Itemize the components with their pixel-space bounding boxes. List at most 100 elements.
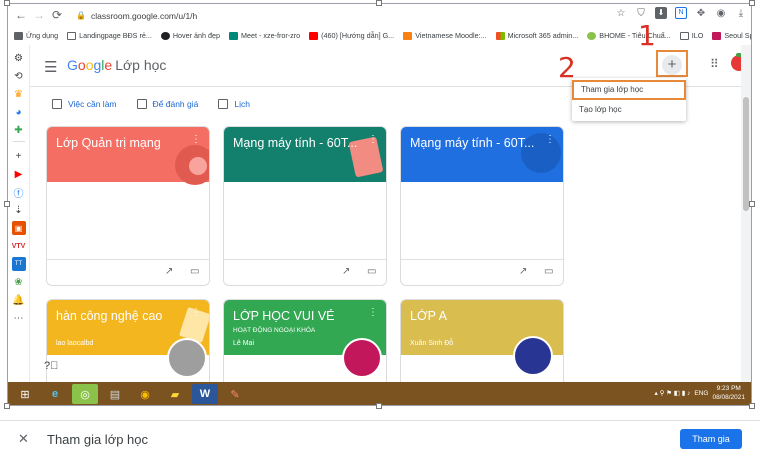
tray-icons[interactable]: ▴ ⚲ ⚑ ◧ ▮ ♪: [655, 389, 691, 397]
download-icon[interactable]: ⇣: [12, 203, 26, 217]
calendar-link[interactable]: Lịch: [218, 99, 250, 109]
to-review-link[interactable]: Để đánh giá: [136, 99, 198, 109]
folder-icon: [679, 31, 689, 40]
google-classroom-logo[interactable]: Google Lớp học: [67, 57, 166, 73]
more-options-icon[interactable]: ⋮: [191, 135, 201, 145]
gear-icon[interactable]: ⚙: [12, 51, 26, 65]
forward-icon[interactable]: →: [30, 8, 48, 22]
ie-icon[interactable]: e: [42, 384, 68, 404]
bell-icon[interactable]: 🔔: [12, 293, 26, 307]
news-icon[interactable]: TT: [11, 257, 26, 271]
folder-icon[interactable]: ▭: [367, 266, 376, 277]
history-icon[interactable]: ⟲: [12, 69, 26, 83]
facebook-icon[interactable]: ⓕ: [12, 185, 26, 200]
teacher-avatar: [342, 338, 382, 378]
trending-icon[interactable]: ↗: [342, 266, 350, 277]
class-card[interactable]: hàn công nghệ cao lao laocalbd ⋮: [46, 299, 210, 389]
help-icon[interactable]: ?⃝: [44, 360, 58, 372]
bookmark-item[interactable]: Meet - xze-fror-zro: [229, 31, 300, 40]
meet-icon: [229, 31, 239, 40]
folder-icon[interactable]: ▭: [190, 266, 199, 277]
google-apps-icon[interactable]: ⠿: [710, 57, 719, 71]
close-icon[interactable]: ✕: [18, 431, 29, 447]
class-title[interactable]: hàn công nghệ cao: [56, 309, 191, 323]
create-class-menu-item[interactable]: Tạo lớp học: [572, 100, 686, 120]
join-class-menu-item[interactable]: Tham gia lớp học: [572, 80, 686, 100]
resize-handle[interactable]: [4, 0, 10, 6]
shield-icon[interactable]: ⛉: [635, 8, 647, 19]
clock[interactable]: 9:23 PM 08/08/2021: [712, 384, 745, 402]
class-title[interactable]: LỚP A: [410, 309, 545, 323]
trending-icon[interactable]: ↗: [519, 266, 527, 277]
hamburger-menu-icon[interactable]: ☰: [44, 58, 57, 76]
class-title[interactable]: Mạng máy tính - 60T...: [410, 136, 545, 150]
trending-icon[interactable]: ↗: [165, 266, 173, 277]
reload-icon[interactable]: ⟳: [48, 8, 66, 22]
resize-handle[interactable]: [376, 0, 382, 6]
class-title[interactable]: LỚP HỌC VUI VẺ: [233, 309, 368, 323]
puzzle-icon[interactable]: ✥: [695, 8, 707, 19]
more-options-icon[interactable]: ⋮: [368, 135, 378, 145]
scroll-thumb[interactable]: [743, 97, 749, 211]
more-options-icon[interactable]: ⋮: [191, 308, 201, 318]
downloads-icon[interactable]: ⤓: [735, 8, 747, 19]
more-icon[interactable]: ⋯: [12, 311, 26, 325]
class-card[interactable]: Mạng máy tính - 60T... ⋮ ↗ ▭: [223, 126, 387, 286]
app-icon[interactable]: ▣: [11, 221, 26, 235]
resize-handle[interactable]: [4, 403, 10, 409]
resize-handle[interactable]: [749, 201, 755, 207]
bookmark-item[interactable]: Vietnamese Moodle:...: [403, 31, 487, 40]
add-class-button[interactable]: +: [662, 55, 682, 75]
resize-handle[interactable]: [749, 0, 755, 6]
extension-icon[interactable]: ❀: [12, 275, 26, 289]
class-title[interactable]: Lớp Quản trị mạng: [56, 136, 191, 150]
extension-icon[interactable]: N: [675, 7, 687, 19]
add-icon[interactable]: +: [12, 149, 26, 163]
more-options-icon[interactable]: ⋮: [368, 308, 378, 318]
more-options-icon[interactable]: ⋮: [545, 135, 555, 145]
class-card[interactable]: Mạng máy tính - 60T... ⋮ ↗ ▭: [400, 126, 564, 286]
todo-link[interactable]: Việc cần làm: [52, 99, 117, 109]
profile-icon[interactable]: ◉: [715, 8, 727, 19]
paint-icon[interactable]: ✎: [222, 384, 248, 404]
chrome-icon[interactable]: ◉: [132, 384, 158, 404]
star-icon[interactable]: ☆: [615, 8, 627, 19]
resize-handle[interactable]: [4, 201, 10, 207]
class-card[interactable]: Lớp Quản trị mạng ⋮ ↗ ▭: [46, 126, 210, 286]
youtube-icon[interactable]: ▶: [12, 167, 26, 181]
word-icon[interactable]: W: [192, 384, 218, 404]
resize-handle[interactable]: [749, 403, 755, 409]
bookmark-item[interactable]: Microsoft 365 admin...: [495, 31, 578, 40]
bookmark-item[interactable]: ILO: [679, 31, 703, 40]
class-section: HOẠT ĐỘNG NGOẠI KHÓA: [233, 327, 316, 334]
class-card[interactable]: LỚP A Xuân Sinh Đỗ: [400, 299, 564, 389]
download-icon[interactable]: ⬇: [655, 7, 667, 19]
class-title[interactable]: Mạng máy tính - 60T...: [233, 136, 368, 150]
teacher-avatar: [513, 336, 553, 376]
system-tray: ▴ ⚲ ⚑ ◧ ▮ ♪ ENG 9:23 PM 08/08/2021: [655, 384, 746, 402]
join-button[interactable]: Tham gia: [680, 429, 742, 449]
bookmark-item[interactable]: Ứng dụng: [14, 31, 58, 40]
bookmark-item[interactable]: Seoul Spa - Hệ thốn...: [712, 31, 751, 40]
files-icon[interactable]: ▤: [102, 384, 128, 404]
back-icon[interactable]: ←: [12, 8, 30, 22]
messenger-icon[interactable]: ◕: [12, 105, 26, 119]
explorer-icon[interactable]: ▰: [162, 384, 188, 404]
resize-handle[interactable]: [376, 403, 382, 409]
class-card[interactable]: LỚP HỌC VUI VẺ HOẠT ĐỘNG NGOẠI KHÓA Lê M…: [223, 299, 387, 389]
game-icon[interactable]: ✚: [12, 123, 26, 137]
language-indicator[interactable]: ENG: [694, 390, 708, 397]
bookmark-item[interactable]: Landingpage BĐS rẻ...: [67, 31, 152, 40]
bookmark-item[interactable]: Hover ảnh đẹp: [160, 31, 220, 40]
screenshot-frame: ← → ⟳ 🔒 classroom.google.com/u/1/h ☆ ⛉ ⬇…: [7, 3, 752, 406]
bookmark-item[interactable]: BHOME - Tiêu Chuẩ...: [587, 31, 671, 40]
page-scrollbar[interactable]: [741, 45, 751, 385]
folder-icon[interactable]: ▭: [544, 266, 553, 277]
address-bar[interactable]: 🔒 classroom.google.com/u/1/h: [76, 7, 648, 24]
calendar-icon: [218, 99, 229, 109]
app-icon[interactable]: ◎: [72, 384, 98, 404]
bookmark-item[interactable]: (460) [Hướng dẫn] G...: [309, 31, 394, 40]
windows-start-icon[interactable]: ⊞: [12, 384, 38, 404]
crown-icon[interactable]: ♛: [12, 87, 26, 101]
vtv-icon[interactable]: VTV: [12, 239, 26, 253]
